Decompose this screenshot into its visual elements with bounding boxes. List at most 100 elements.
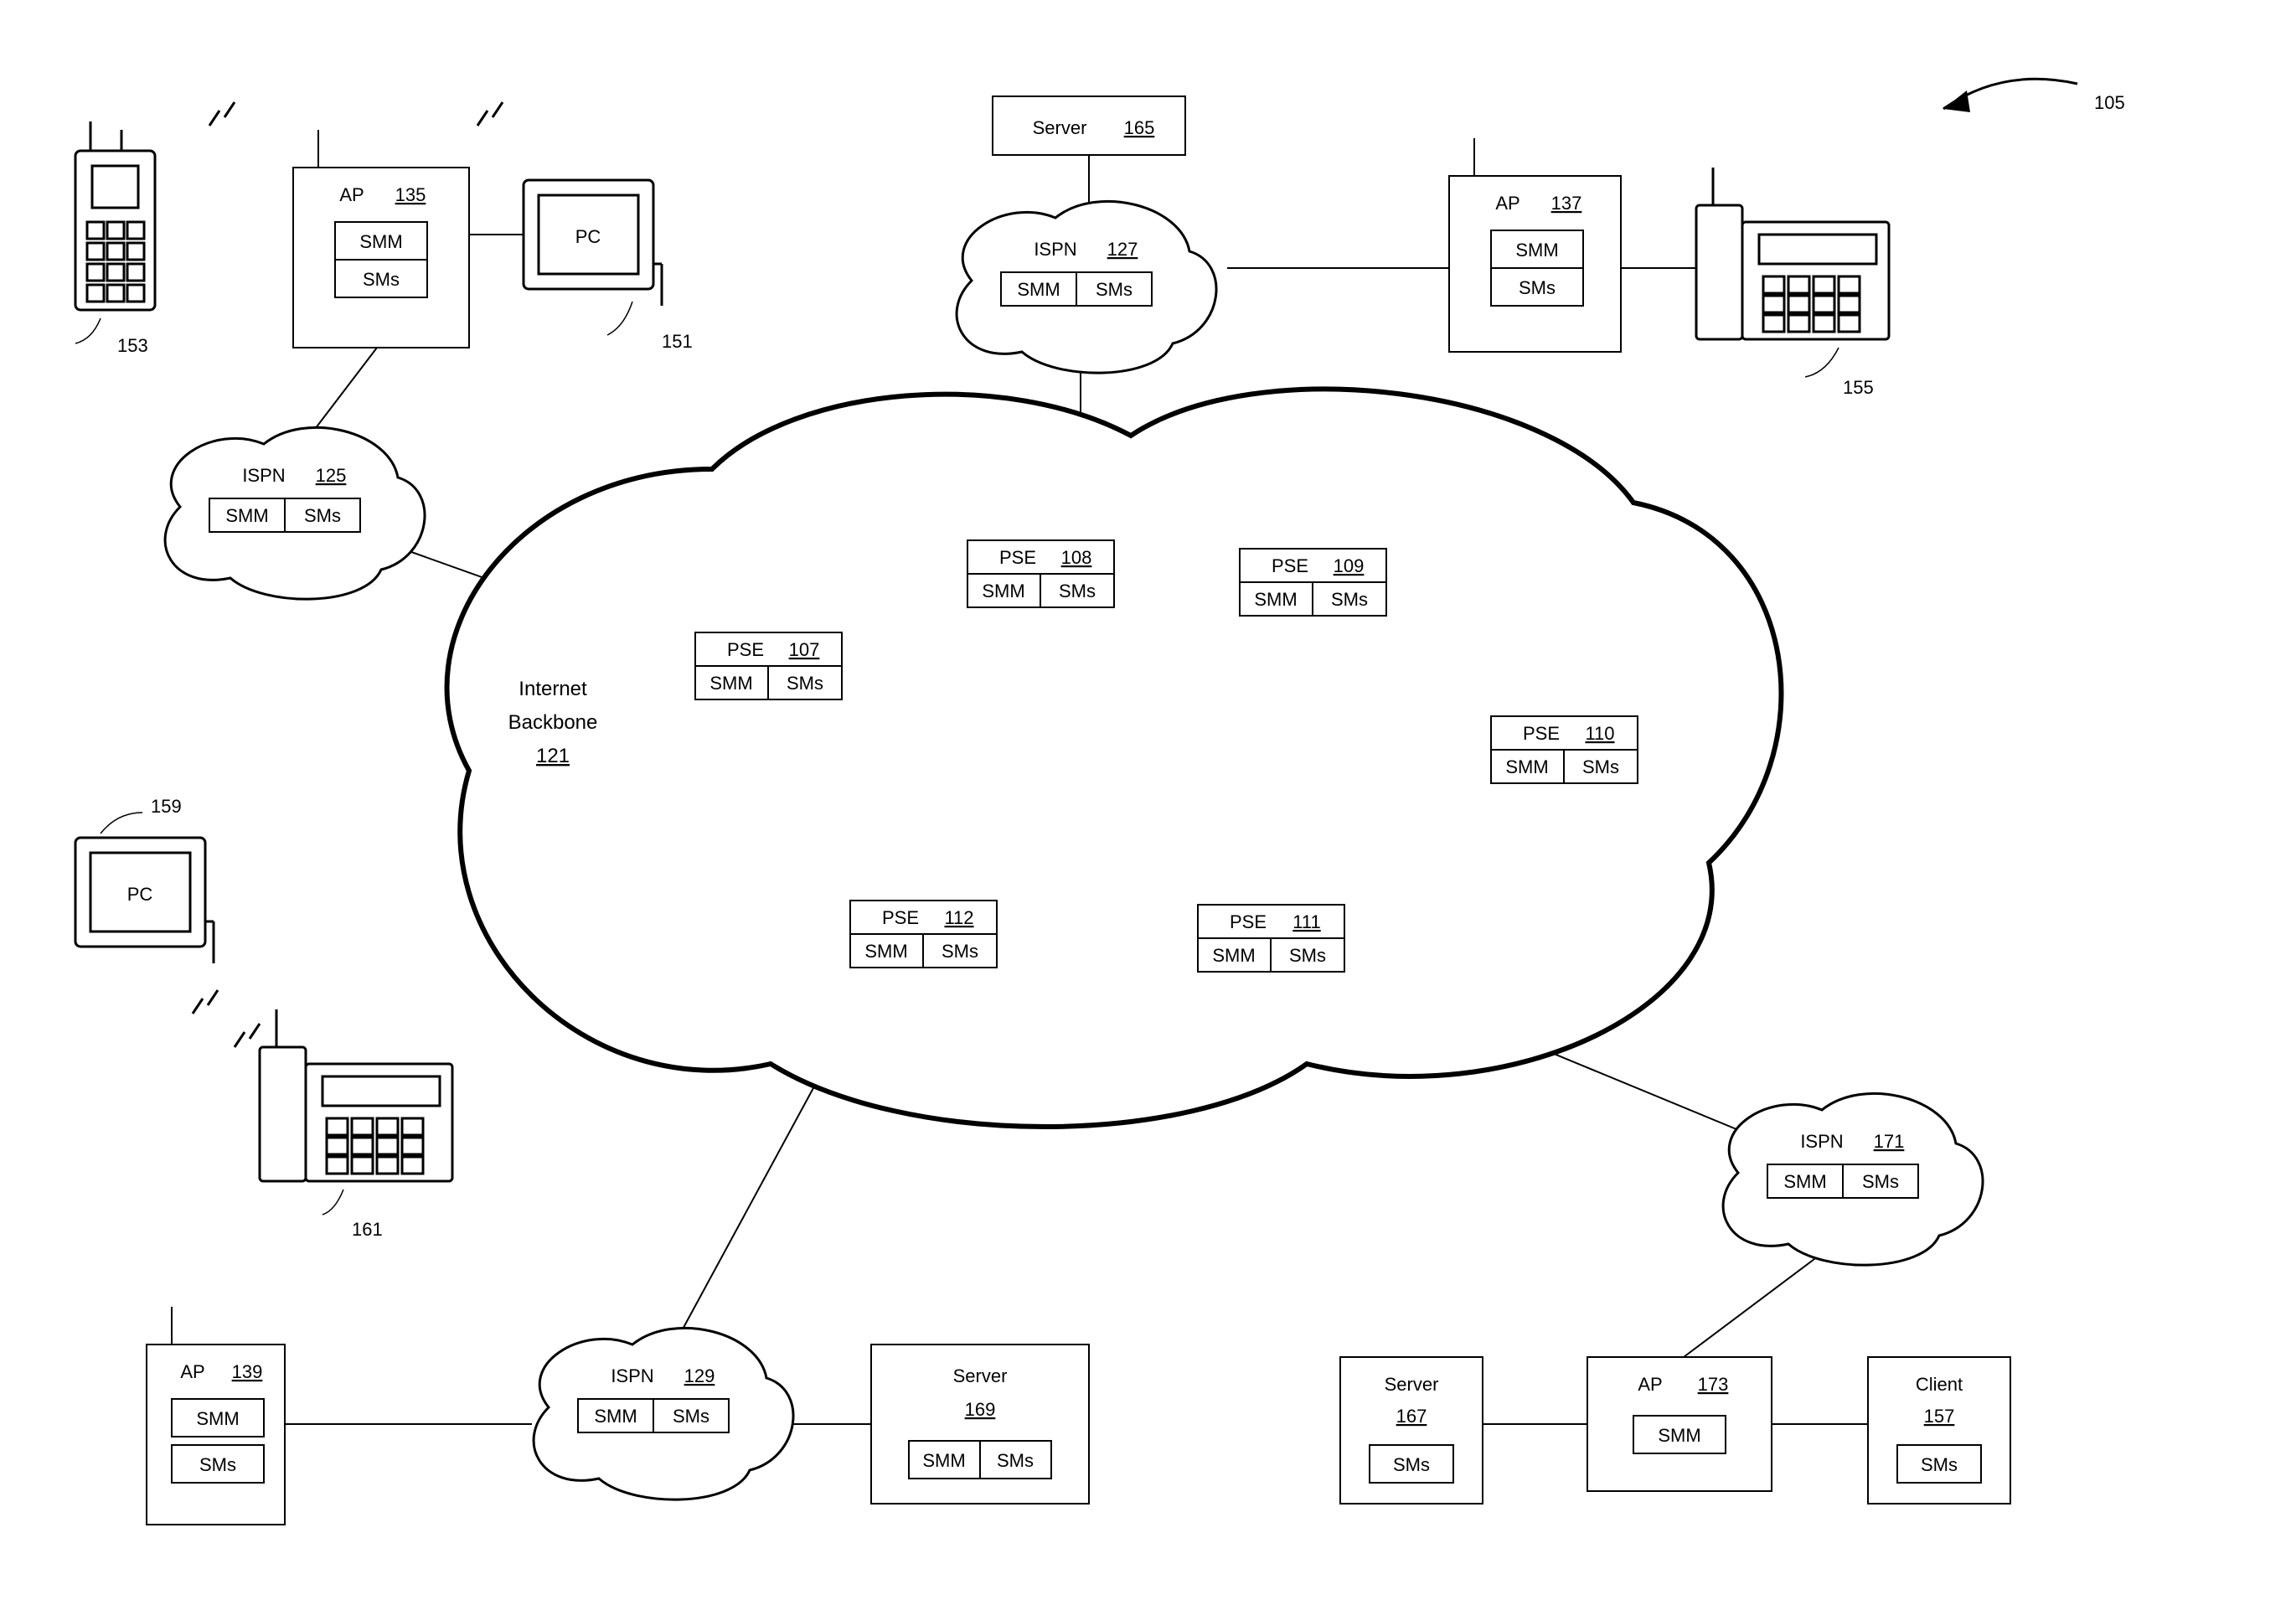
svg-text:173: 173 (1698, 1374, 1729, 1395)
ap-139: AP 139 SMM SMs (147, 1307, 285, 1525)
ap-173: AP 173 SMM (1587, 1357, 1772, 1491)
svg-text:SMM: SMM (594, 1406, 637, 1427)
svg-text:171: 171 (1874, 1131, 1905, 1152)
svg-text:SMs: SMs (787, 673, 823, 694)
svg-text:ISPN: ISPN (1800, 1131, 1843, 1152)
backbone-ref: 121 (536, 745, 570, 767)
svg-text:PC: PC (575, 226, 601, 247)
svg-text:SMs: SMs (673, 1406, 709, 1427)
svg-text:Server: Server (1385, 1374, 1439, 1395)
pse-109: PSE 109 SMM SMs (1240, 549, 1386, 616)
ap-135: AP 135 SMM SMs (293, 130, 469, 348)
svg-text:AP: AP (180, 1361, 204, 1382)
svg-text:SMM: SMM (1515, 240, 1558, 261)
svg-text:SMs: SMs (1921, 1454, 1958, 1475)
ispn-125: ISPN 125 SMM SMs (165, 427, 425, 599)
backbone-title2: Backbone (508, 711, 598, 734)
client-157: Client 157 SMs (1868, 1357, 2010, 1504)
svg-text:SMM: SMM (225, 505, 268, 526)
svg-text:137: 137 (1551, 193, 1582, 214)
svg-text:SMM: SMM (1254, 589, 1297, 610)
svg-text:Client: Client (1916, 1374, 1963, 1395)
svg-text:SMM: SMM (709, 673, 752, 694)
svg-text:SMs: SMs (1862, 1171, 1899, 1192)
ap-137: AP 137 SMM SMs (1449, 138, 1621, 352)
svg-text:161: 161 (352, 1219, 383, 1240)
svg-text:SMs: SMs (363, 269, 400, 290)
svg-text:SMs: SMs (997, 1450, 1034, 1471)
backbone-title1: Internet (519, 678, 587, 700)
svg-text:AP: AP (1638, 1374, 1662, 1395)
svg-text:ISPN: ISPN (242, 465, 285, 486)
svg-text:135: 135 (395, 184, 426, 205)
svg-text:SMs: SMs (1289, 945, 1326, 966)
pse-110: PSE 110 SMM SMs (1491, 716, 1638, 783)
server-165: Server 165 (993, 96, 1185, 155)
figure-ref: 105 (1943, 79, 2125, 113)
svg-text:111: 111 (1292, 911, 1320, 932)
svg-text:151: 151 (662, 331, 693, 352)
svg-text:SMs: SMs (1331, 589, 1368, 610)
svg-text:SMs: SMs (1096, 279, 1133, 300)
svg-text:Server: Server (953, 1365, 1008, 1386)
svg-text:153: 153 (117, 335, 148, 356)
pse-107: PSE 107 SMM SMs (695, 632, 842, 699)
svg-text:SMM: SMM (196, 1408, 239, 1429)
svg-text:SMM: SMM (1212, 945, 1255, 966)
svg-text:SMs: SMs (1519, 277, 1556, 298)
ispn-171: ISPN 171 SMM SMs (1723, 1093, 1983, 1265)
svg-text:SMM: SMM (922, 1450, 965, 1471)
desk-phone-155-icon: 155 (1696, 168, 1889, 398)
pse-111: PSE 111 SMM SMs (1198, 905, 1344, 972)
svg-text:109: 109 (1334, 555, 1365, 576)
svg-text:112: 112 (944, 907, 973, 928)
svg-text:SMs: SMs (1059, 581, 1096, 601)
server-169: Server 169 SMM SMs (871, 1345, 1089, 1504)
svg-text:SMM: SMM (1658, 1425, 1700, 1446)
svg-text:SMs: SMs (304, 505, 341, 526)
svg-text:159: 159 (151, 796, 182, 817)
svg-text:SMs: SMs (1582, 756, 1619, 777)
svg-text:169: 169 (965, 1399, 996, 1420)
svg-text:SMM: SMM (359, 231, 402, 252)
svg-text:107: 107 (789, 639, 820, 660)
svg-text:SMM: SMM (864, 941, 907, 962)
pc-151: PC 151 (524, 180, 693, 352)
svg-text:SMM: SMM (982, 581, 1024, 601)
svg-text:AP: AP (339, 184, 364, 205)
pse-108: PSE 108 SMM SMs (967, 540, 1114, 607)
svg-text:SMs: SMs (199, 1454, 236, 1475)
svg-text:SMs: SMs (942, 941, 978, 962)
svg-text:PSE: PSE (1272, 555, 1308, 576)
svg-text:Server: Server (1033, 117, 1087, 138)
svg-text:155: 155 (1843, 377, 1874, 398)
svg-text:PSE: PSE (999, 547, 1036, 568)
svg-text:SMM: SMM (1017, 279, 1060, 300)
svg-text:PSE: PSE (1523, 723, 1560, 744)
svg-text:157: 157 (1924, 1406, 1955, 1427)
pc-159: PC 159 (75, 796, 214, 963)
svg-text:PSE: PSE (727, 639, 764, 660)
mobile-phone-icon: 153 (75, 121, 155, 356)
svg-text:PC: PC (127, 884, 153, 905)
svg-text:165: 165 (1124, 117, 1155, 138)
svg-text:125: 125 (316, 465, 347, 486)
svg-text:ISPN: ISPN (611, 1365, 653, 1386)
svg-text:167: 167 (1396, 1406, 1427, 1427)
svg-text:SMs: SMs (1393, 1454, 1430, 1475)
server-167: Server 167 SMs (1340, 1357, 1483, 1504)
svg-text:129: 129 (684, 1365, 715, 1386)
ispn-129: ISPN 129 SMM SMs (534, 1328, 793, 1499)
svg-text:108: 108 (1061, 547, 1092, 568)
svg-text:127: 127 (1107, 239, 1138, 260)
svg-text:PSE: PSE (882, 907, 919, 928)
svg-text:SMM: SMM (1505, 756, 1548, 777)
svg-text:PSE: PSE (1230, 911, 1267, 932)
pse-112: PSE 112 SMM SMs (850, 901, 997, 968)
svg-text:AP: AP (1495, 193, 1519, 214)
ispn-127: ISPN 127 SMM SMs (957, 201, 1216, 373)
svg-text:139: 139 (232, 1361, 263, 1382)
svg-text:SMM: SMM (1783, 1171, 1826, 1192)
desk-phone-161-icon: 161 (260, 1009, 452, 1240)
svg-text:ISPN: ISPN (1034, 239, 1076, 260)
